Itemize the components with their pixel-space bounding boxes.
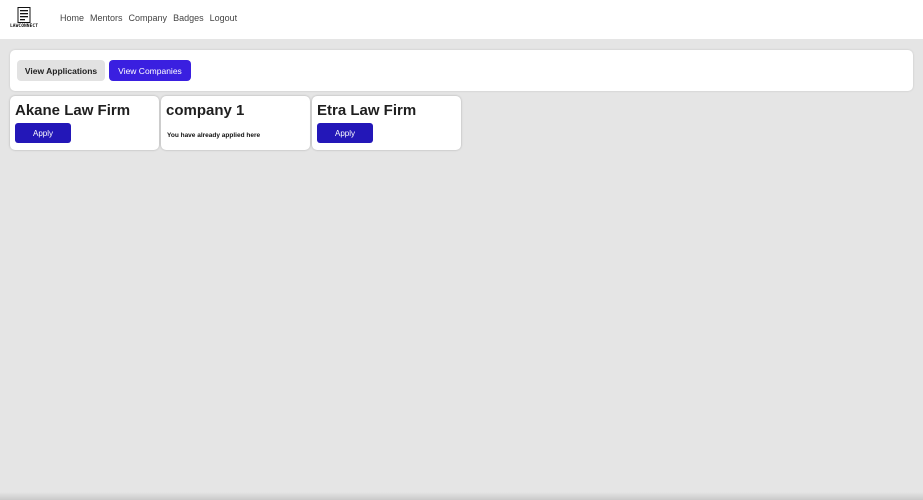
company-card: company 1 You have already applied here [161, 96, 310, 150]
document-icon [17, 7, 31, 23]
company-card: Akane Law Firm Apply [10, 96, 159, 150]
nav-badges-link[interactable]: Badges [173, 13, 204, 23]
apply-button[interactable]: Apply [317, 123, 373, 143]
logo[interactable]: LAWCONNECT [9, 7, 39, 32]
nav-links: Home Mentors Company Badges Logout [60, 13, 243, 23]
already-applied-note: You have already applied here [167, 132, 261, 139]
logo-text: LAWCONNECT [9, 24, 39, 29]
view-toolbar: View Applications View Companies [10, 50, 913, 91]
apply-button[interactable]: Apply [15, 123, 71, 143]
view-applications-button[interactable]: View Applications [17, 60, 105, 81]
nav-home-link[interactable]: Home [60, 13, 84, 23]
nav-company-link[interactable]: Company [129, 13, 168, 23]
nav-mentors-link[interactable]: Mentors [90, 13, 123, 23]
view-companies-button[interactable]: View Companies [109, 60, 191, 81]
top-navbar: LAWCONNECT Home Mentors Company Badges L… [0, 0, 923, 39]
company-name: company 1 [166, 102, 245, 119]
company-card: Etra Law Firm Apply [312, 96, 461, 150]
company-name: Etra Law Firm [317, 102, 417, 119]
bottom-edge-shadow [0, 492, 923, 500]
company-name: Akane Law Firm [15, 102, 131, 119]
nav-logout-link[interactable]: Logout [210, 13, 238, 23]
